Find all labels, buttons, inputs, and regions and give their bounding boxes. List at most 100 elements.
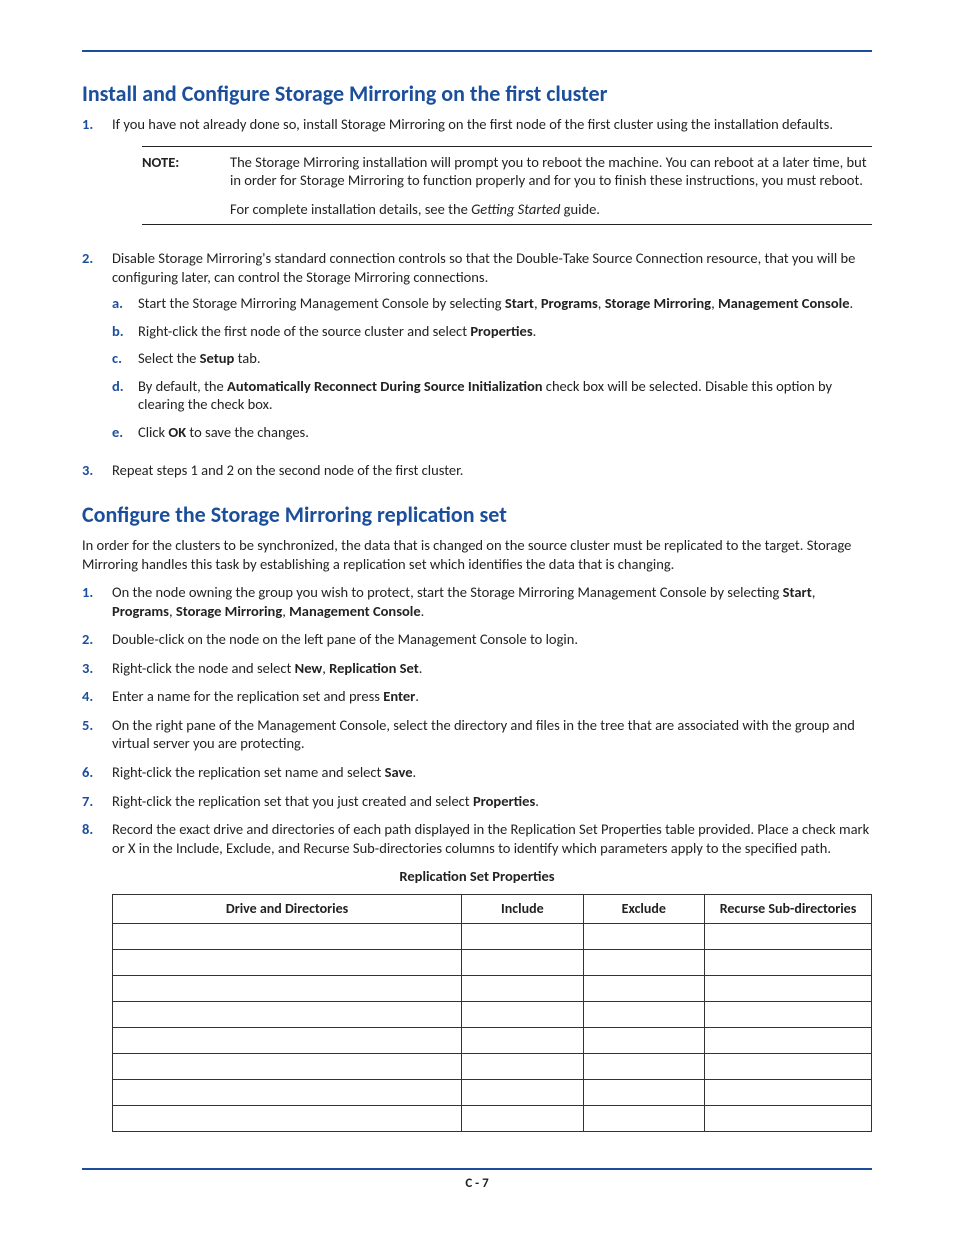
list-item-body: Record the exact drive and directories o…	[112, 820, 872, 857]
step-text: Disable Storage Mirroring's standard con…	[112, 249, 872, 286]
text: to save the changes.	[186, 423, 309, 441]
bold-text: Management Console	[289, 602, 421, 620]
sublist-item: c. Select the Setup tab.	[112, 349, 872, 368]
bold-text: Start	[783, 583, 812, 601]
document-page: Install and Configure Storage Mirroring …	[0, 0, 954, 1235]
replication-properties-table: Drive and Directories Include Exclude Re…	[112, 894, 872, 1132]
sublist-marker: a.	[112, 294, 138, 313]
sublist-item: d. By default, the Automatically Reconne…	[112, 377, 872, 414]
list-marker: 7.	[82, 792, 112, 811]
section-heading-install: Install and Configure Storage Mirroring …	[82, 80, 872, 107]
list-item-body: Right-click the node and select New, Rep…	[112, 659, 872, 678]
text: ,	[598, 294, 605, 312]
sublist-item: a. Start the Storage Mirroring Managemen…	[112, 294, 872, 313]
bold-text: Properties	[470, 322, 532, 340]
bold-text: Automatically Reconnect During Source In…	[227, 377, 542, 395]
text: guide.	[560, 200, 600, 218]
table-header-row: Drive and Directories Include Exclude Re…	[113, 894, 872, 923]
text: .	[415, 687, 419, 705]
bottom-rule	[82, 1168, 872, 1170]
sublist-item: e. Click OK to save the changes.	[112, 423, 872, 442]
ordered-list-section2: 1. On the node owning the group you wish…	[82, 583, 872, 857]
sublist-marker: c.	[112, 349, 138, 368]
bold-text: Setup	[200, 349, 235, 367]
bold-text: Programs	[112, 602, 169, 620]
sublist-body: Select the Setup tab.	[138, 349, 872, 368]
col-header-drive: Drive and Directories	[113, 894, 462, 923]
text: Right-click the node and select	[112, 659, 295, 677]
bold-text: Programs	[541, 294, 598, 312]
italic-text: Getting Started	[471, 200, 560, 218]
page-footer: C - 7	[82, 1168, 872, 1191]
top-rule	[82, 50, 872, 52]
list-marker: 5.	[82, 716, 112, 753]
bold-text: OK	[168, 423, 186, 441]
list-item-body: On the right pane of the Management Cons…	[112, 716, 872, 753]
text: For complete installation details, see t…	[230, 200, 471, 218]
text: tab.	[234, 349, 260, 367]
list-item: 8. Record the exact drive and directorie…	[82, 820, 872, 857]
text: ,	[812, 583, 816, 601]
list-item-body: Right-click the replication set name and…	[112, 763, 872, 782]
text: .	[535, 792, 539, 810]
note-paragraph: The Storage Mirroring installation will …	[230, 153, 872, 190]
list-item: 6. Right-click the replication set name …	[82, 763, 872, 782]
note-body: The Storage Mirroring installation will …	[230, 153, 872, 219]
table-row	[113, 1105, 872, 1131]
page-number: C - 7	[82, 1176, 872, 1191]
table-row	[113, 1027, 872, 1053]
list-item-body: Repeat steps 1 and 2 on the second node …	[112, 461, 872, 480]
note-block: NOTE: The Storage Mirroring installation…	[142, 146, 872, 226]
section-heading-configure: Configure the Storage Mirroring replicat…	[82, 501, 872, 528]
list-marker: 1.	[82, 115, 112, 239]
list-item: 3. Repeat steps 1 and 2 on the second no…	[82, 461, 872, 480]
bold-text: Storage Mirroring	[605, 294, 711, 312]
text: On the node owning the group you wish to…	[112, 583, 783, 601]
list-item: 4. Enter a name for the replication set …	[82, 687, 872, 706]
intro-paragraph: In order for the clusters to be synchron…	[82, 536, 872, 573]
text: Right-click the replication set that you…	[112, 792, 473, 810]
step-text: If you have not already done so, install…	[112, 115, 872, 134]
text: .	[419, 659, 423, 677]
step-text: Repeat steps 1 and 2 on the second node …	[112, 461, 872, 480]
list-item-body: Double-click on the node on the left pan…	[112, 630, 872, 649]
bold-text: Enter	[383, 687, 415, 705]
bold-text: Replication Set	[329, 659, 419, 677]
list-marker: 3.	[82, 659, 112, 678]
table-row	[113, 949, 872, 975]
sublist-item: b. Right-click the first node of the sou…	[112, 322, 872, 341]
table-row	[113, 1079, 872, 1105]
table-row	[113, 1053, 872, 1079]
text: Select the	[138, 349, 200, 367]
list-item: 2. Disable Storage Mirroring's standard …	[82, 249, 872, 450]
table-row	[113, 975, 872, 1001]
sublist-body: By default, the Automatically Reconnect …	[138, 377, 872, 414]
list-item: 7. Right-click the replication set that …	[82, 792, 872, 811]
bold-text: New	[295, 659, 323, 677]
col-header-recurse: Recurse Sub-directories	[705, 894, 872, 923]
note-label: NOTE:	[142, 153, 230, 219]
bold-text: Management Console	[718, 294, 850, 312]
sublist: a. Start the Storage Mirroring Managemen…	[112, 294, 872, 441]
list-item-body: Enter a name for the replication set and…	[112, 687, 872, 706]
col-header-exclude: Exclude	[583, 894, 704, 923]
bold-text: Start	[505, 294, 534, 312]
bold-text: Properties	[473, 792, 535, 810]
text: .	[533, 322, 537, 340]
text: Right-click the first node of the source…	[138, 322, 470, 340]
list-item: 3. Right-click the node and select New, …	[82, 659, 872, 678]
text: By default, the	[138, 377, 227, 395]
bold-text: Storage Mirroring	[176, 602, 282, 620]
list-item-body: Right-click the replication set that you…	[112, 792, 872, 811]
table-row	[113, 1001, 872, 1027]
text: .	[850, 294, 854, 312]
list-item-body: If you have not already done so, install…	[112, 115, 872, 239]
table-row	[113, 923, 872, 949]
text: Enter a name for the replication set and…	[112, 687, 383, 705]
list-marker: 8.	[82, 820, 112, 857]
list-marker: 2.	[82, 249, 112, 450]
list-marker: 2.	[82, 630, 112, 649]
list-marker: 3.	[82, 461, 112, 480]
text: Click	[138, 423, 168, 441]
list-item: 1. If you have not already done so, inst…	[82, 115, 872, 239]
